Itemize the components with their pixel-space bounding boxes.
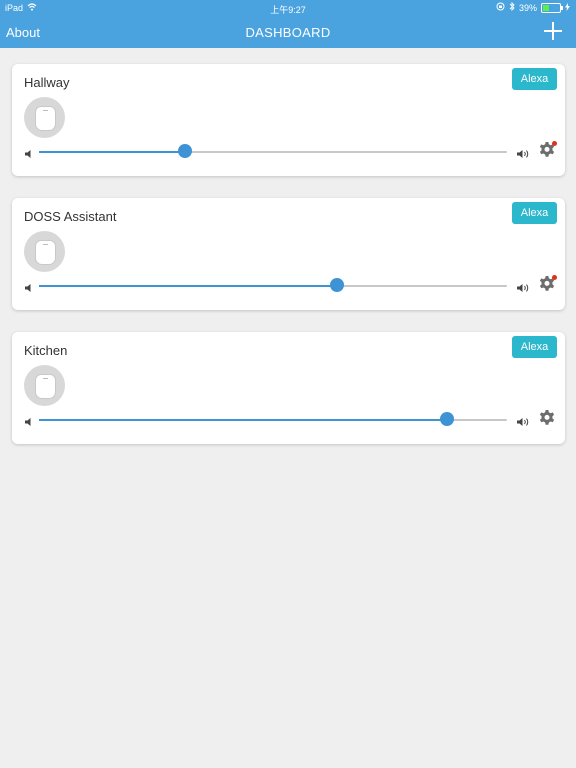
battery-percent: 39% [518,2,537,13]
notification-dot [552,141,557,146]
charging-icon [565,2,570,13]
bluetooth-icon [509,1,515,13]
volume-slider-thumb[interactable] [440,412,454,426]
speaker-name: Hallway [24,75,70,90]
status-time: 上午9:27 [270,5,306,15]
volume-slider-thumb[interactable] [178,144,192,158]
volume-high-icon [516,280,530,298]
alexa-button[interactable]: Alexa [512,336,557,358]
volume-slider[interactable] [39,151,507,153]
volume-slider[interactable] [39,285,507,287]
volume-low-icon [24,280,34,298]
status-bar: iPad 上午9:27 39% [0,0,576,16]
volume-slider[interactable] [39,419,507,421]
header-bar: iPad 上午9:27 39% About DASHBOARD [0,0,576,48]
volume-slider-fill [39,419,447,421]
settings-gear-icon[interactable] [538,141,557,164]
speaker-device-icon[interactable] [24,365,65,406]
speaker-name: DOSS Assistant [24,209,117,224]
page-title: DASHBOARD [245,25,331,40]
speaker-card: Hallway Alexa [12,64,565,176]
settings-gear-icon[interactable] [538,409,556,432]
rotation-lock-icon [496,2,505,13]
notification-dot [552,275,557,280]
volume-high-icon [516,146,530,164]
volume-slider-thumb[interactable] [330,278,344,292]
volume-low-icon [24,414,34,432]
volume-slider-fill [39,285,337,287]
battery-icon [541,2,563,13]
navigation-bar: About DASHBOARD [0,18,576,48]
speaker-card: DOSS Assistant Alexa [12,198,565,310]
volume-slider-fill [39,151,185,153]
alexa-button[interactable]: Alexa [512,202,557,224]
speaker-name: Kitchen [24,343,68,358]
volume-low-icon [24,146,34,164]
settings-gear-icon[interactable] [538,275,557,298]
speaker-device-icon[interactable] [24,231,65,272]
volume-high-icon [516,414,530,432]
speaker-card: Kitchen Alexa [12,332,565,444]
speaker-device-icon[interactable] [24,97,65,138]
add-icon[interactable] [542,20,564,42]
alexa-button[interactable]: Alexa [512,68,557,90]
